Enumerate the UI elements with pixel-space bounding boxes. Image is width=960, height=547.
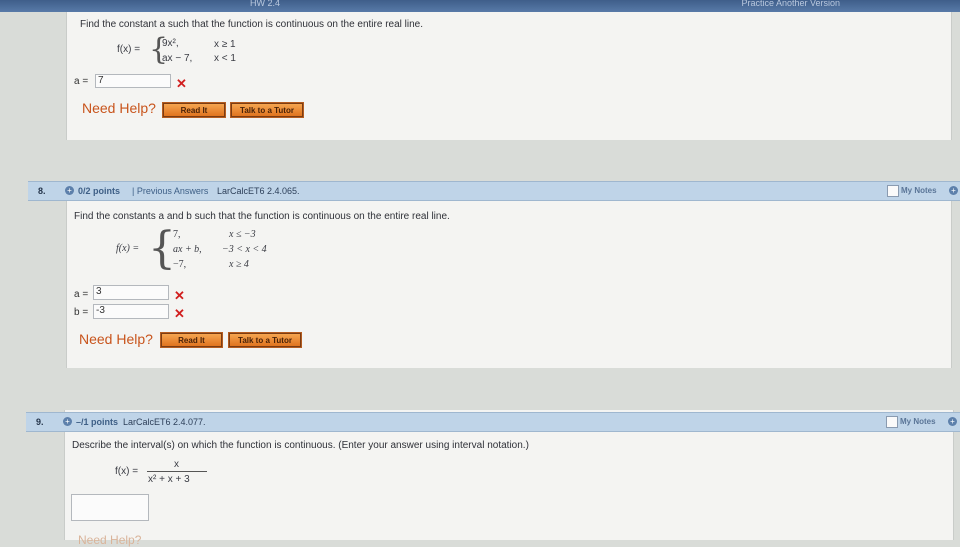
q9-notes-plus-icon[interactable]: + [948, 417, 957, 426]
q8-reference: LarCalcET6 2.4.065. [217, 186, 300, 196]
q9-notes-checkbox[interactable] [886, 416, 898, 428]
q8-b-input[interactable]: -3 [93, 304, 169, 319]
q7-case1-cond: x ≥ 1 [214, 39, 236, 50]
q9-need-help-label: Need Help? [78, 533, 142, 547]
q8-notes-checkbox[interactable] [887, 185, 899, 197]
q8-case2-expr: ax + b, [173, 244, 202, 255]
q8-need-help-label: Need Help? [79, 331, 153, 347]
q8-prompt: Find the constants a and b such that the… [74, 211, 450, 222]
q9-denominator: x² + x + 3 [148, 474, 190, 485]
q7-prompt: Find the constant a such that the functi… [80, 19, 423, 30]
q8-fx-label: f(x) = [116, 243, 140, 254]
q8-case1-cond: x ≤ −3 [229, 229, 256, 240]
q9-fraction-bar [147, 471, 207, 472]
q8-brace: { [148, 223, 176, 274]
q7-fx-label: f(x) = [117, 44, 141, 55]
q9-number: 9. [36, 417, 44, 427]
q8-points-value: 0/2 points [78, 186, 121, 196]
q8-a-incorrect-icon: ✕ [174, 288, 185, 303]
q8-b-label: b = [74, 307, 89, 318]
q8-number: 8. [38, 186, 46, 196]
q7-read-it-button[interactable]: Read It [162, 102, 226, 118]
q9-prompt: Describe the interval(s) on which the fu… [72, 440, 529, 451]
q8-b-incorrect-icon: ✕ [174, 306, 185, 321]
q9-numerator: x [174, 459, 179, 470]
q8-my-notes-link[interactable]: My Notes [901, 186, 937, 195]
q7-talk-to-tutor-button[interactable]: Talk to a Tutor [230, 102, 304, 118]
q7-case1-expr: 9x², [162, 38, 179, 49]
q9-points: –/1 points [76, 417, 118, 427]
q8-a-input[interactable]: 3 [93, 285, 169, 300]
q9-expand-icon[interactable]: + [63, 417, 72, 426]
q7-incorrect-icon: ✕ [176, 76, 187, 91]
q9-reference: LarCalcET6 2.4.077. [123, 417, 206, 427]
top-bar: HW 2.4 Practice Another Version [0, 0, 960, 12]
q8-case3-expr: −7, [173, 259, 187, 270]
q8-case3-cond: x ≥ 4 [229, 259, 249, 270]
q8-talk-to-tutor-button[interactable]: Talk to a Tutor [228, 332, 302, 348]
q7-a-input[interactable]: 7 [95, 74, 171, 88]
q9-fx-label: f(x) = [115, 466, 139, 477]
q7-need-help-label: Need Help? [82, 100, 156, 116]
practice-another-version-link[interactable]: Practice Another Version [741, 0, 840, 8]
q8-case1-expr: 7, [173, 229, 181, 240]
q7-case2-cond: x < 1 [214, 53, 236, 64]
question-9-header: 9. + –/1 points LarCalcET6 2.4.077. My N… [26, 412, 960, 432]
question-8-header: 8. + 0/2 points | Previous Answers LarCa… [28, 181, 960, 201]
q9-points-value: –/1 points [76, 417, 119, 427]
q8-expand-icon[interactable]: + [65, 186, 74, 195]
q8-case2-cond: −3 < x < 4 [222, 244, 267, 255]
q8-notes-plus-icon[interactable]: + [949, 186, 958, 195]
q8-a-label: a = [74, 289, 89, 300]
q8-points: 0/2 points [78, 186, 120, 196]
q7-a-label: a = [74, 76, 89, 87]
assignment-title: HW 2.4 [250, 0, 281, 8]
q8-read-it-button[interactable]: Read It [160, 332, 223, 348]
q7-case2-expr: ax − 7, [162, 53, 193, 64]
q9-my-notes-link[interactable]: My Notes [900, 417, 936, 426]
q8-previous-answers-link[interactable]: | Previous Answers [132, 186, 208, 196]
q9-interval-input[interactable] [71, 494, 149, 521]
question-7-panel [66, 12, 952, 140]
